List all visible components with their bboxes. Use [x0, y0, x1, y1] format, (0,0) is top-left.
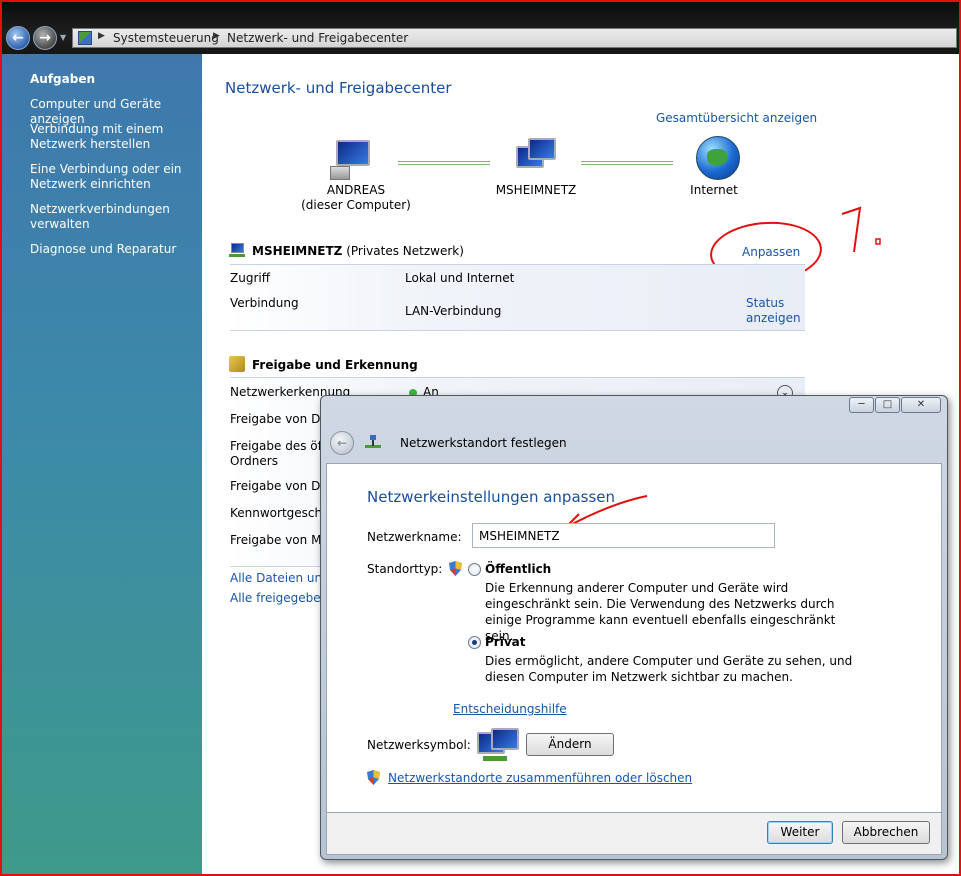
globe-land	[707, 149, 727, 165]
recent-pages-dropdown-icon[interactable]: ▼	[60, 33, 66, 42]
close-button[interactable]: ✕	[901, 397, 941, 413]
red-annotation-number	[841, 206, 881, 253]
sharing-row-label: Freigabe von Me	[230, 533, 329, 547]
computer-monitor	[336, 140, 370, 166]
breadcrumb-separator-icon[interactable]: ▶	[213, 31, 220, 41]
sidebar-item-verbindung-herstellen[interactable]: Verbindung mit einem Netzwerk herstellen	[30, 122, 200, 152]
network-small-cable	[229, 254, 245, 257]
annotation-dot	[875, 238, 881, 245]
network-heading: MSHEIMNETZ (Privates Netzwerk)	[252, 244, 464, 258]
access-label: Zugriff	[230, 271, 270, 285]
sidebar-item-verbindungen-verwalten[interactable]: Netzwerkverbindungen verwalten	[30, 202, 200, 232]
task-sidebar: Aufgaben Computer und Geräte anzeigen Ve…	[2, 54, 202, 874]
sidebar-heading: Aufgaben	[30, 72, 96, 86]
connection-label: Verbindung	[230, 296, 299, 310]
network-location-icon	[365, 435, 381, 451]
symbol-cable	[483, 756, 507, 761]
decision-help-link[interactable]: Entscheidungshilfe	[453, 702, 567, 716]
all-files-link[interactable]: Alle Dateien und	[230, 571, 330, 585]
forward-button[interactable]: →	[33, 26, 57, 50]
forward-arrow-icon: →	[39, 30, 51, 46]
connection-line	[581, 161, 673, 165]
sidebar-item-diagnose[interactable]: Diagnose und Reparatur	[30, 242, 200, 257]
network-icon	[512, 138, 564, 182]
sharing-row-label-cont: Ordners	[230, 454, 278, 468]
address-bar[interactable]: ▶ Systemsteuerung ▶ Netzwerk- und Freiga…	[72, 28, 957, 48]
explorer-toolbar: ← → ▼ ▶ Systemsteuerung ▶ Netzwerk- und …	[2, 2, 959, 54]
window-controls: ─ □ ✕	[849, 396, 941, 414]
location-label: Standorttyp:	[367, 562, 443, 576]
control-panel-icon	[78, 31, 92, 45]
internet-globe-icon	[694, 136, 746, 180]
computer-sub-label: (dieser Computer)	[301, 198, 411, 212]
network-symbol-icon	[477, 728, 521, 764]
sharing-row-label: Freigabe von Dru	[230, 479, 333, 493]
network-small-icon	[229, 243, 245, 259]
page-title: Netzwerk- und Freigabecenter	[225, 79, 452, 97]
network-icon-label: Netzwerksymbol:	[367, 738, 471, 752]
public-description: Die Erkennung anderer Computer und Gerät…	[485, 581, 836, 643]
dialog-body: Netzwerkeinstellungen anpassen Netzwerkn…	[326, 463, 942, 813]
maximize-button[interactable]: □	[875, 397, 900, 413]
internet-label: Internet	[690, 183, 738, 197]
network-node-stem	[372, 440, 374, 446]
change-icon-button[interactable]: Ändern	[526, 733, 614, 756]
radio-public[interactable]	[468, 563, 481, 576]
private-description: Dies ermöglicht, andere Computer und Ger…	[485, 654, 853, 684]
computer-icon	[326, 138, 378, 182]
name-label: Netzwerkname:	[367, 530, 462, 544]
back-arrow-icon: ←	[12, 30, 24, 46]
network-name: MSHEIMNETZ	[252, 244, 343, 258]
computer-name-label: ANDREAS	[326, 183, 386, 197]
network-type: (Privates Netzwerk)	[346, 244, 464, 258]
sharing-heading: Freigabe und Erkennung	[252, 358, 418, 372]
network-small-monitor	[231, 243, 244, 253]
cancel-button[interactable]: Abbrechen	[842, 821, 930, 844]
merge-locations-link[interactable]: Netzwerkstandorte zusammenführen oder lö…	[388, 771, 692, 785]
network-monitor-front	[528, 138, 556, 160]
network-name-label: MSHEIMNETZ	[495, 183, 577, 197]
dialog-footer: Weiter Abbrechen	[326, 813, 942, 855]
sharing-icon	[229, 356, 245, 372]
network-name-field[interactable]	[472, 523, 775, 548]
connection-value: LAN-Verbindung	[405, 304, 502, 318]
annotation-stroke-one	[841, 206, 862, 253]
sharing-row-label: Kennwortgeschü	[230, 506, 330, 520]
screenshot-frame: ← → ▼ ▶ Systemsteuerung ▶ Netzwerk- und …	[0, 0, 961, 876]
radio-private[interactable]	[468, 636, 481, 649]
globe-shape	[696, 136, 740, 180]
merge-locations-text[interactable]: Netzwerkstandorte zusammenführen oder lö…	[388, 771, 692, 785]
uac-shield-icon	[449, 561, 462, 576]
sharing-row-label: Freigabe von Dat	[230, 412, 333, 426]
private-label[interactable]: Privat	[485, 635, 525, 649]
computer-tower	[330, 166, 350, 180]
sharing-row-label: Freigabe des öffe	[230, 439, 334, 453]
connection-line	[398, 161, 490, 165]
public-label[interactable]: Öffentlich	[485, 562, 551, 576]
minimize-button[interactable]: ─	[849, 397, 874, 413]
next-button[interactable]: Weiter	[767, 821, 833, 844]
status-link-line1[interactable]: Status	[746, 296, 784, 310]
access-value: Lokal und Internet	[405, 271, 515, 285]
sidebar-item-verbindung-einrichten[interactable]: Eine Verbindung oder ein Netzwerk einric…	[30, 162, 200, 192]
sharing-heading-text: Freigabe und Erkennung	[252, 358, 418, 372]
status-link-line2[interactable]: anzeigen	[746, 311, 801, 325]
back-button[interactable]: ←	[6, 26, 30, 50]
breadcrumb-systemsteuerung[interactable]: Systemsteuerung	[113, 31, 219, 45]
symbol-monitor-front	[491, 728, 519, 750]
breadcrumb-separator-icon[interactable]: ▶	[98, 31, 105, 41]
dialog-back-button[interactable]: ←	[330, 431, 354, 455]
network-details-grid: Zugriff Lokal und Internet Verbindung LA…	[230, 264, 805, 331]
decision-help-text[interactable]: Entscheidungshilfe	[453, 702, 567, 716]
uac-shield-icon	[367, 770, 380, 785]
breadcrumb-netzwerkcenter[interactable]: Netzwerk- und Freigabecenter	[227, 31, 408, 45]
dialog-title: Netzwerkstandort festlegen	[400, 436, 567, 450]
shield-yellow	[373, 770, 380, 779]
overview-link[interactable]: Gesamtübersicht anzeigen	[656, 111, 817, 125]
shield-yellow	[455, 561, 462, 570]
network-location-dialog: ─ □ ✕ ← Netzwerkstandort festlegen Netzw…	[320, 395, 948, 860]
